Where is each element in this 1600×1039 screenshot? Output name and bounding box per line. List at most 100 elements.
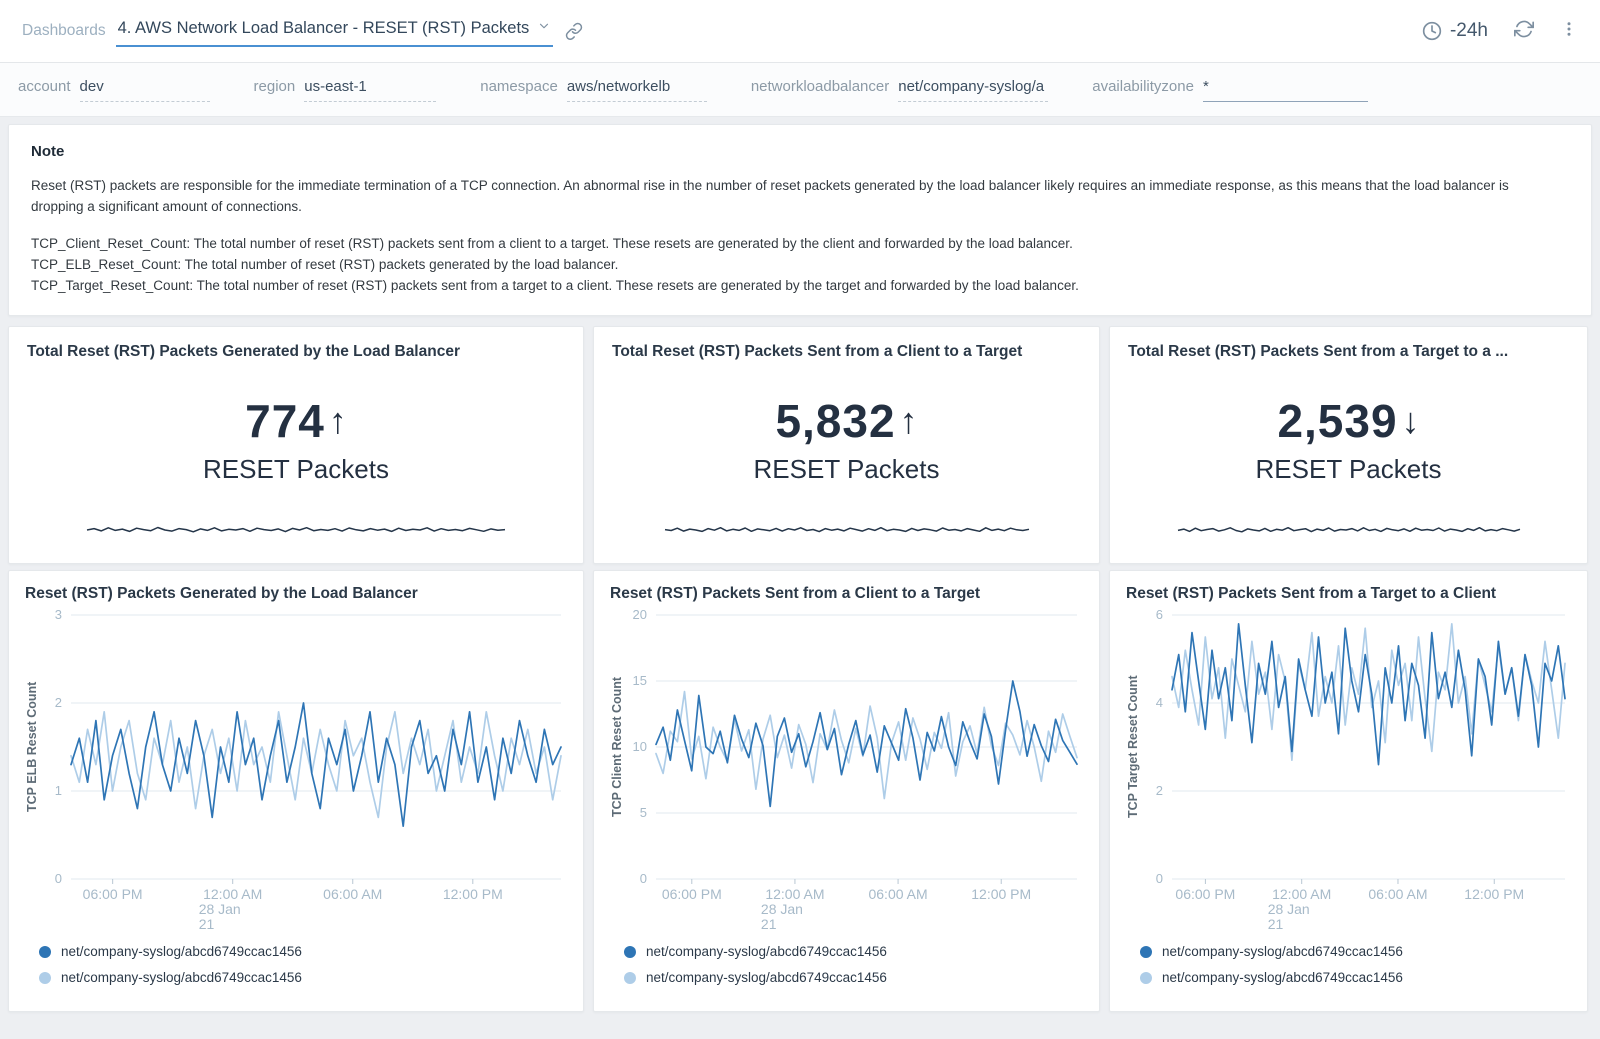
time-range-label: -24h <box>1450 20 1488 42</box>
filter-label: availabilityzone <box>1092 78 1194 95</box>
filter-region-input[interactable]: us-east-1 <box>304 78 436 102</box>
sparkline <box>86 519 506 541</box>
stat-unit: RESET Packets <box>203 454 389 485</box>
page-title: 4. AWS Network Load Balancer - RESET (RS… <box>118 19 530 38</box>
chart-legend: net/company-syslog/abcd6749ccac1456 net/… <box>1126 937 1577 991</box>
svg-text:6: 6 <box>1156 607 1163 622</box>
legend-item[interactable]: net/company-syslog/abcd6749ccac1456 <box>39 939 567 965</box>
line-chart[interactable]: 0510152006:00 PM12:00 AM28 Jan2106:00 AM… <box>610 607 1089 937</box>
trend-up-icon: ↑ <box>329 400 347 442</box>
svg-text:28 Jan: 28 Jan <box>761 901 803 917</box>
time-range-control[interactable]: -24h <box>1422 20 1488 42</box>
note-definition: TCP_Target_Reset_Count: The total number… <box>31 276 1569 297</box>
svg-text:12:00 PM: 12:00 PM <box>1464 886 1524 902</box>
filter-namespace-input[interactable]: aws/networkelb <box>567 78 707 102</box>
series-color-dot <box>624 972 636 984</box>
svg-text:12:00 AM: 12:00 AM <box>765 886 824 902</box>
svg-text:12:00 AM: 12:00 AM <box>1272 886 1331 902</box>
series-color-dot <box>624 946 636 958</box>
filter-label: region <box>254 78 296 95</box>
filter-availabilityzone[interactable]: availabilityzone * <box>1092 78 1368 102</box>
trend-down-icon: ↓ <box>1402 400 1420 442</box>
y-axis-label: TCP Target Reset Count <box>1124 615 1142 879</box>
svg-text:06:00 AM: 06:00 AM <box>323 886 382 902</box>
chart-panel-client-reset: Reset (RST) Packets Sent from a Client t… <box>593 570 1100 1012</box>
svg-text:06:00 AM: 06:00 AM <box>1368 886 1427 902</box>
panel-title: Total Reset (RST) Packets Sent from a Ta… <box>1128 343 1569 361</box>
sparkline <box>1177 519 1521 541</box>
stat-unit: RESET Packets <box>754 454 940 485</box>
svg-text:5: 5 <box>640 805 647 820</box>
svg-text:0: 0 <box>55 871 62 886</box>
legend-label: net/company-syslog/abcd6749ccac1456 <box>646 970 887 985</box>
chart-panel-elb-reset: Reset (RST) Packets Generated by the Loa… <box>8 570 584 1012</box>
stat-panel-elb-reset: Total Reset (RST) Packets Generated by t… <box>8 326 584 564</box>
stat-panel-client-reset: Total Reset (RST) Packets Sent from a Cl… <box>593 326 1100 564</box>
chart-legend: net/company-syslog/abcd6749ccac1456 net/… <box>25 937 573 991</box>
line-chart[interactable]: 012306:00 PM12:00 AM28 Jan2106:00 AM12:0… <box>25 607 573 937</box>
svg-text:4: 4 <box>1156 695 1163 710</box>
stat-value: 5,832 <box>775 394 895 448</box>
filter-networkloadbalancer-input[interactable]: net/company-syslog/a <box>898 78 1048 102</box>
legend-item[interactable]: net/company-syslog/abcd6749ccac1456 <box>1140 965 1571 991</box>
legend-item[interactable]: net/company-syslog/abcd6749ccac1456 <box>1140 939 1571 965</box>
panel-title: Total Reset (RST) Packets Sent from a Cl… <box>612 343 1081 361</box>
legend-item[interactable]: net/company-syslog/abcd6749ccac1456 <box>39 965 567 991</box>
dashboard-body: Note Reset (RST) packets are responsible… <box>0 117 1600 1020</box>
series-color-dot <box>39 972 51 984</box>
svg-text:28 Jan: 28 Jan <box>1268 901 1310 917</box>
svg-text:15: 15 <box>633 673 647 688</box>
trend-up-icon: ↑ <box>900 400 918 442</box>
filter-label: account <box>18 78 71 95</box>
breadcrumb[interactable]: Dashboards <box>22 22 106 40</box>
legend-label: net/company-syslog/abcd6749ccac1456 <box>61 970 302 985</box>
filter-label: networkloadbalancer <box>751 78 889 95</box>
svg-text:20: 20 <box>633 607 647 622</box>
note-panel: Note Reset (RST) packets are responsible… <box>8 124 1592 316</box>
svg-text:0: 0 <box>640 871 647 886</box>
chevron-down-icon <box>537 19 551 38</box>
stat-value: 2,539 <box>1277 394 1397 448</box>
svg-text:21: 21 <box>1268 916 1284 932</box>
series-color-dot <box>39 946 51 958</box>
filter-networkloadbalancer[interactable]: networkloadbalancer net/company-syslog/a <box>751 78 1048 102</box>
panel-title: Reset (RST) Packets Sent from a Target t… <box>1126 585 1577 603</box>
share-link-icon[interactable] <box>565 22 583 40</box>
legend-label: net/company-syslog/abcd6749ccac1456 <box>646 944 887 959</box>
legend-item[interactable]: net/company-syslog/abcd6749ccac1456 <box>624 939 1083 965</box>
note-paragraph: Reset (RST) packets are responsible for … <box>31 176 1541 218</box>
panel-title: Reset (RST) Packets Sent from a Client t… <box>610 585 1089 603</box>
svg-text:2: 2 <box>1156 783 1163 798</box>
filter-account[interactable]: account dev <box>18 78 210 102</box>
dashboard-title-dropdown[interactable]: 4. AWS Network Load Balancer - RESET (RS… <box>116 15 554 47</box>
line-chart[interactable]: 024606:00 PM12:00 AM28 Jan2106:00 AM12:0… <box>1126 607 1577 937</box>
chart-legend: net/company-syslog/abcd6749ccac1456 net/… <box>610 937 1089 991</box>
panel-title: Reset (RST) Packets Generated by the Loa… <box>25 585 573 603</box>
stat-panel-target-reset: Total Reset (RST) Packets Sent from a Ta… <box>1109 326 1588 564</box>
stat-unit: RESET Packets <box>1256 454 1442 485</box>
filter-account-input[interactable]: dev <box>80 78 210 102</box>
note-title: Note <box>31 143 1569 160</box>
clock-icon <box>1422 21 1442 41</box>
top-toolbar: Dashboards 4. AWS Network Load Balancer … <box>0 0 1600 63</box>
svg-text:21: 21 <box>761 916 777 932</box>
kebab-menu-icon <box>1560 20 1578 38</box>
svg-text:06:00 PM: 06:00 PM <box>83 886 143 902</box>
filter-region[interactable]: region us-east-1 <box>254 78 437 102</box>
refresh-icon <box>1514 19 1534 39</box>
legend-item[interactable]: net/company-syslog/abcd6749ccac1456 <box>624 965 1083 991</box>
svg-text:06:00 AM: 06:00 AM <box>868 886 927 902</box>
filter-label: namespace <box>480 78 558 95</box>
refresh-button[interactable] <box>1514 19 1534 44</box>
svg-text:2: 2 <box>55 695 62 710</box>
series-color-dot <box>1140 946 1152 958</box>
svg-text:12:00 AM: 12:00 AM <box>203 886 262 902</box>
filter-bar: account dev region us-east-1 namespace a… <box>0 63 1600 117</box>
filter-availabilityzone-input[interactable]: * <box>1203 78 1368 102</box>
more-options-button[interactable] <box>1560 20 1578 43</box>
note-definition: TCP_ELB_Reset_Count: The total number of… <box>31 255 1569 276</box>
svg-text:12:00 PM: 12:00 PM <box>971 886 1031 902</box>
panel-title: Total Reset (RST) Packets Generated by t… <box>27 343 565 361</box>
filter-namespace[interactable]: namespace aws/networkelb <box>480 78 707 102</box>
stat-value: 774 <box>245 394 325 448</box>
